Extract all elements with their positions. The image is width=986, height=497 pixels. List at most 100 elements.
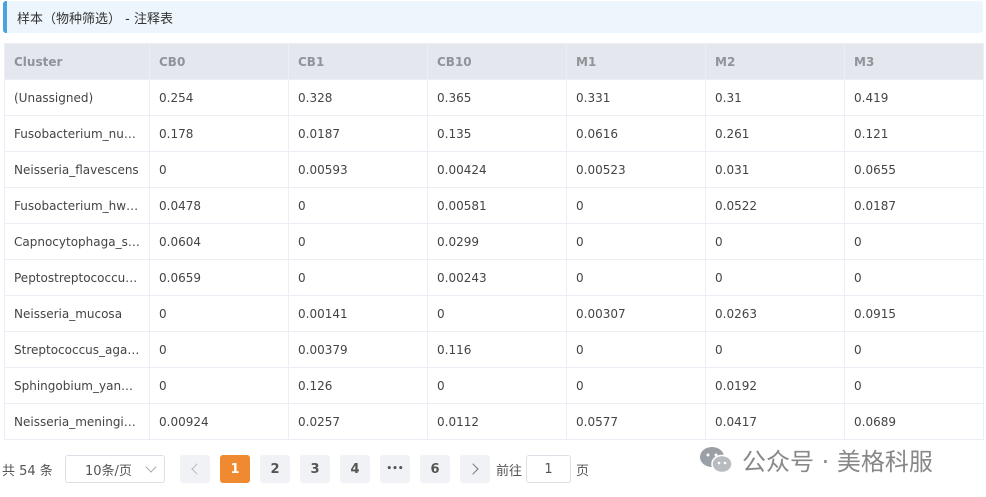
- value-cell: 0: [427, 367, 567, 404]
- value-cell: 0.00307: [566, 295, 706, 332]
- table-body: (Unassigned) 0.254 0.328 0.365 0.331 0.31 0.41…: [4, 79, 984, 440]
- table-row[interactable]: Capnocytophaga_sp... 0.0604 0 0.0299 0 0 0: [4, 223, 984, 260]
- column-header[interactable]: CB1: [288, 43, 428, 80]
- chevron-left-icon: [191, 463, 203, 475]
- value-cell: 0.00581: [427, 187, 567, 224]
- value-cell: 0: [427, 295, 567, 332]
- next-page-button[interactable]: [460, 455, 490, 483]
- value-cell: 0.0659: [149, 259, 289, 296]
- cluster-name-cell: Capnocytophaga_sp...: [4, 223, 150, 260]
- value-cell: 0: [288, 259, 428, 296]
- table-row[interactable]: Fusobacterium_nucl... 0.178 0.0187 0.135 0.0…: [4, 115, 984, 152]
- table-title-bar: 样本（物种筛选） - 注释表: [3, 1, 983, 33]
- page-button-1[interactable]: 1: [220, 455, 250, 483]
- value-cell: 0.0478: [149, 187, 289, 224]
- page-size-select[interactable]: 10条/页: [65, 455, 165, 483]
- value-cell: 0.261: [705, 115, 845, 152]
- value-cell: 0.0604: [149, 223, 289, 260]
- value-cell: 0.031: [705, 151, 845, 188]
- annotation-table: Cluster CB0 CB1 CB10 M1 M2 M3 (Unassigne…: [4, 43, 984, 440]
- table-row[interactable]: Neisseria_mucosa 0 0.00141 0 0.00307 0.0263 0.…: [4, 295, 984, 332]
- cluster-name-cell: Neisseria_meningitidis: [4, 403, 150, 440]
- annotation-table-container: Cluster CB0 CB1 CB10 M1 M2 M3 (Unassigne…: [4, 43, 984, 440]
- value-cell: 0.419: [844, 79, 984, 116]
- page-size-value: 10条/页: [85, 463, 132, 479]
- chevron-down-icon: [145, 461, 157, 473]
- table-row[interactable]: Sphingobium_yanoi... 0 0.126 0 0 0.0192 0: [4, 367, 984, 404]
- value-cell: 0: [844, 367, 984, 404]
- goto-suffix: 页: [576, 464, 590, 479]
- table-row[interactable]: Streptococcus_agal... 0 0.00379 0.116 0 0 0: [4, 331, 984, 368]
- column-header[interactable]: M1: [566, 43, 706, 80]
- column-header[interactable]: M2: [705, 43, 845, 80]
- table-row[interactable]: Neisseria_flavescens 0 0.00593 0.00424 0.005…: [4, 151, 984, 188]
- value-cell: 0: [149, 295, 289, 332]
- value-cell: 0: [566, 223, 706, 260]
- page-button-4[interactable]: 4: [340, 455, 370, 483]
- table-row[interactable]: Fusobacterium_hwa... 0.0478 0 0.00581 0 0.052…: [4, 187, 984, 224]
- value-cell: 0.00424: [427, 151, 567, 188]
- cluster-name-cell: Sphingobium_yanoi...: [4, 367, 150, 404]
- value-cell: 0.0299: [427, 223, 567, 260]
- value-cell: 0.126: [288, 367, 428, 404]
- value-cell: 0.0915: [844, 295, 984, 332]
- table-header-row: Cluster CB0 CB1 CB10 M1 M2 M3: [4, 43, 984, 80]
- value-cell: 0: [705, 259, 845, 296]
- prev-page-button[interactable]: [180, 455, 210, 483]
- table-title: 样本（物种筛选） - 注释表: [17, 11, 173, 27]
- value-cell: 0.00924: [149, 403, 289, 440]
- value-cell: 0.254: [149, 79, 289, 116]
- page-button-2[interactable]: 2: [260, 455, 290, 483]
- value-cell: 0.00523: [566, 151, 706, 188]
- value-cell: 0.0417: [705, 403, 845, 440]
- value-cell: 0.00141: [288, 295, 428, 332]
- value-cell: 0.0655: [844, 151, 984, 188]
- value-cell: 0.0257: [288, 403, 428, 440]
- value-cell: 0.0689: [844, 403, 984, 440]
- value-cell: 0.0577: [566, 403, 706, 440]
- cluster-name-cell: Neisseria_mucosa: [4, 295, 150, 332]
- value-cell: 0: [288, 223, 428, 260]
- value-cell: 0: [566, 331, 706, 368]
- column-header[interactable]: M3: [844, 43, 984, 80]
- value-cell: 0: [566, 367, 706, 404]
- goto-page-input[interactable]: [526, 455, 571, 483]
- value-cell: 0: [566, 187, 706, 224]
- value-cell: 0.0187: [844, 187, 984, 224]
- chevron-right-icon: [467, 463, 479, 475]
- value-cell: 0.328: [288, 79, 428, 116]
- goto-label: 前往: [496, 464, 523, 479]
- more-pages-button[interactable]: •••: [380, 455, 410, 483]
- total-count: 共 54 条: [2, 464, 53, 479]
- watermark-text: 公众号 · 美格科服: [742, 448, 933, 476]
- cluster-name-cell: Fusobacterium_hwa...: [4, 187, 150, 224]
- value-cell: 0.0187: [288, 115, 428, 152]
- value-cell: 0.0522: [705, 187, 845, 224]
- column-header[interactable]: CB10: [427, 43, 567, 80]
- value-cell: 0.0192: [705, 367, 845, 404]
- value-cell: 0: [705, 331, 845, 368]
- table-row[interactable]: Neisseria_meningitidis 0.00924 0.0257 0.011…: [4, 403, 984, 440]
- value-cell: 0.121: [844, 115, 984, 152]
- value-cell: 0: [149, 151, 289, 188]
- page-button-6[interactable]: 6: [420, 455, 450, 483]
- value-cell: 0.178: [149, 115, 289, 152]
- column-header[interactable]: CB0: [149, 43, 289, 80]
- table-row[interactable]: Peptostreptococcus... 0.0659 0 0.00243 0 0 0: [4, 259, 984, 296]
- column-header-cluster[interactable]: Cluster: [4, 43, 150, 80]
- value-cell: 0: [844, 223, 984, 260]
- value-cell: 0.0112: [427, 403, 567, 440]
- value-cell: 0.331: [566, 79, 706, 116]
- value-cell: 0: [705, 223, 845, 260]
- value-cell: 0.365: [427, 79, 567, 116]
- wechat-icon: [700, 446, 733, 473]
- value-cell: 0.00593: [288, 151, 428, 188]
- page-button-3[interactable]: 3: [300, 455, 330, 483]
- table-row[interactable]: (Unassigned) 0.254 0.328 0.365 0.331 0.31 0.41…: [4, 79, 984, 116]
- cluster-name-cell: Fusobacterium_nucl...: [4, 115, 150, 152]
- value-cell: 0.0616: [566, 115, 706, 152]
- value-cell: 0: [149, 367, 289, 404]
- watermark: 公众号 · 美格科服: [698, 442, 933, 477]
- value-cell: 0: [149, 331, 289, 368]
- cluster-name-cell: Peptostreptococcus...: [4, 259, 150, 296]
